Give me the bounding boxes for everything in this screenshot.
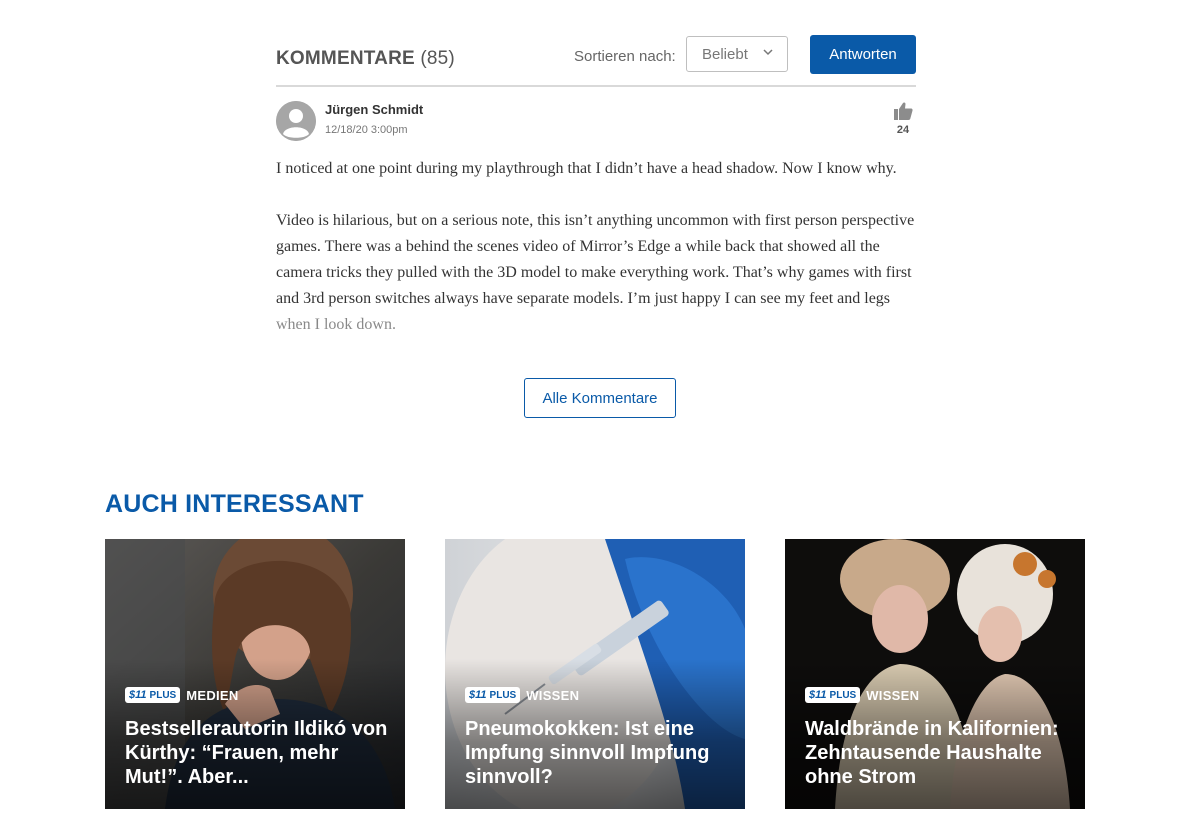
plus-logo: $11: [129, 689, 147, 701]
card-category: WISSEN: [866, 687, 920, 703]
plus-badge: $11 PLUS: [465, 687, 521, 703]
sort-dropdown[interactable]: Beliebt: [686, 36, 788, 72]
sort-selected-value: Beliebt: [702, 46, 748, 63]
comment-date: 12/18/20 3:00pm: [325, 124, 408, 136]
card-headline: Pneumokokken: Ist eine Impfung sinnvoll …: [465, 718, 710, 788]
card-meta: $11 PLUS MEDIEN: [125, 687, 239, 703]
thumbs-up-icon: [894, 102, 913, 120]
related-article-card[interactable]: $11 PLUS MEDIEN Bestsellerautorin Ildikó…: [105, 539, 405, 809]
comment-body: I noticed at one point during my playthr…: [276, 156, 916, 364]
plus-logo: $11: [469, 689, 487, 701]
like-count: 24: [896, 124, 910, 136]
plus-badge: $11 PLUS: [125, 687, 181, 703]
avatar-user-icon: [276, 101, 316, 141]
card-meta: $11 PLUS WISSEN: [805, 687, 919, 703]
comment-paragraph: Video is hilarious, but on a serious not…: [276, 212, 915, 333]
comments-header: KOMMENTARE (85) Sortieren nach: Beliebt …: [276, 34, 916, 87]
related-article-card[interactable]: $11 PLUS WISSEN Pneumokokken: Ist eine I…: [445, 539, 745, 809]
plus-badge-text: PLUS: [489, 689, 517, 701]
comment-author[interactable]: Jürgen Schmidt: [325, 102, 423, 117]
reply-button[interactable]: Antworten: [810, 35, 916, 74]
plus-logo: $11: [809, 689, 827, 701]
related-article-card[interactable]: $11 PLUS WISSEN Waldbrände in Kalifornie…: [785, 539, 1085, 809]
related-section-title: AUCH INTERESSANT: [105, 490, 364, 518]
chevron-down-icon: [763, 49, 773, 56]
plus-badge-text: PLUS: [829, 689, 857, 701]
avatar: [276, 101, 316, 141]
like-button[interactable]: 24: [890, 101, 916, 136]
plus-badge: $11 PLUS: [805, 687, 861, 703]
plus-badge-text: PLUS: [149, 689, 177, 701]
comments-section: KOMMENTARE (85) Sortieren nach: Beliebt …: [276, 34, 916, 426]
comments-title-text: KOMMENTARE: [276, 48, 415, 69]
card-headline: Waldbrände in Kalifornien: Zehntausende …: [805, 718, 1059, 788]
sort-label: Sortieren nach:: [574, 48, 676, 65]
all-comments-button[interactable]: Alle Kommentare: [524, 378, 676, 418]
card-category: WISSEN: [526, 687, 580, 703]
card-category: MEDIEN: [186, 687, 239, 703]
card-meta: $11 PLUS WISSEN: [465, 687, 579, 703]
comments-count: (85): [420, 48, 455, 69]
comment-paragraph: I noticed at one point during my playthr…: [276, 160, 897, 177]
card-headline: Bestsellerautorin Ildikó von Kürthy: “Fr…: [125, 718, 388, 788]
comments-title: KOMMENTARE (85): [276, 48, 455, 70]
